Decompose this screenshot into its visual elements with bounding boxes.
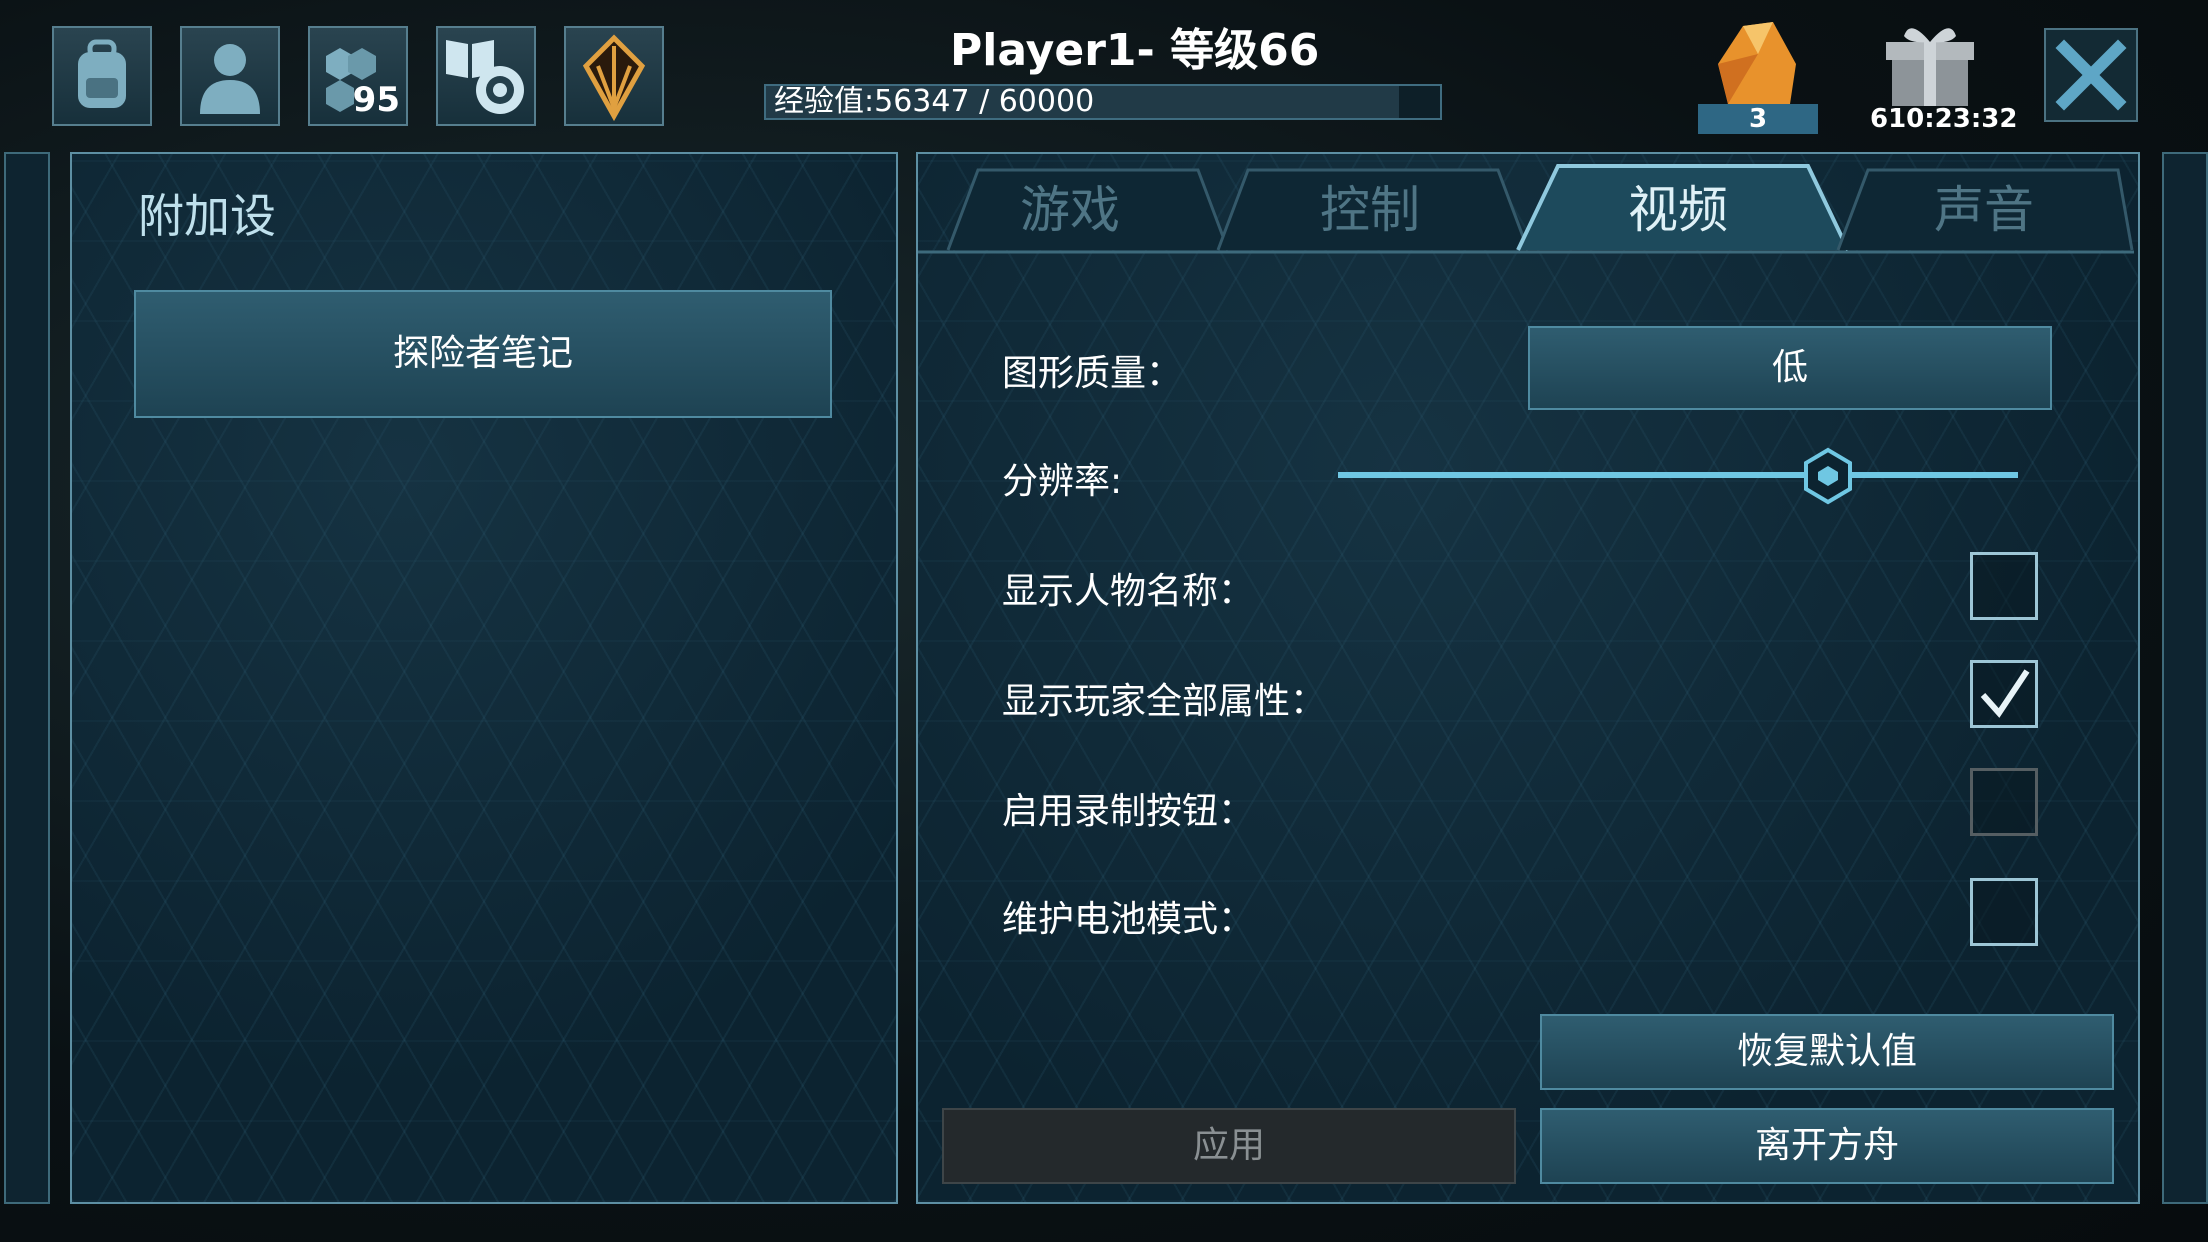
show-names-label: 显示人物名称： bbox=[1002, 571, 1255, 612]
tribe-crest-icon bbox=[582, 34, 646, 122]
close-icon bbox=[2055, 39, 2127, 111]
record-button-label: 启用录制按钮： bbox=[1002, 791, 1255, 832]
checkmark-icon bbox=[1980, 669, 2030, 718]
explorer-notes-button[interactable]: 探险者笔记 bbox=[134, 290, 832, 418]
graphics-quality-dropdown[interactable]: 低 bbox=[1528, 326, 2052, 410]
player-title: Player1- 等级66 bbox=[950, 25, 1320, 76]
character-icon bbox=[200, 44, 260, 114]
leave-ark-button[interactable]: 离开方舟 bbox=[1540, 1108, 2114, 1184]
tab-controls[interactable]: 控制 bbox=[1270, 165, 1470, 255]
engram-points-count: 95 bbox=[352, 80, 400, 120]
gift-icon bbox=[1886, 28, 1974, 106]
resolution-slider[interactable] bbox=[1338, 472, 2018, 478]
additional-settings-title: 附加设 bbox=[138, 189, 276, 243]
resolution-label: 分辨率: bbox=[1002, 461, 1123, 502]
record-button-checkbox[interactable] bbox=[1970, 768, 2038, 836]
tab-game[interactable]: 游戏 bbox=[970, 165, 1170, 255]
amber-icon bbox=[1718, 22, 1796, 104]
engrams-button[interactable]: 95 bbox=[308, 26, 408, 126]
tab-video[interactable]: 视频 bbox=[1578, 165, 1778, 255]
amber-count: 3 bbox=[1698, 104, 1818, 134]
amber-resource[interactable]: 3 bbox=[1698, 14, 1818, 134]
tab-sound[interactable]: 声音 bbox=[1884, 165, 2084, 255]
show-all-stats-checkbox[interactable] bbox=[1970, 660, 2038, 728]
gift-timer: 610:23:32 bbox=[1870, 104, 2018, 134]
backpack-icon bbox=[78, 39, 126, 108]
left-edge-panel bbox=[4, 152, 50, 1204]
resolution-slider-handle[interactable] bbox=[1798, 446, 1858, 506]
show-all-stats-label: 显示玩家全部属性： bbox=[1002, 681, 1327, 722]
character-button[interactable] bbox=[180, 26, 280, 126]
tribe-button[interactable] bbox=[564, 26, 664, 126]
apply-button[interactable]: 应用 bbox=[942, 1108, 1516, 1184]
xp-bar: 经验值:56347 / 60000 bbox=[764, 84, 1442, 120]
graphics-quality-label: 图形质量： bbox=[1002, 353, 1183, 394]
notes-settings-icon bbox=[446, 40, 524, 114]
right-edge-panel bbox=[2162, 152, 2208, 1204]
options-button[interactable] bbox=[436, 26, 536, 126]
xp-text: 经验值:56347 / 60000 bbox=[774, 84, 1095, 119]
show-names-checkbox[interactable] bbox=[1970, 552, 2038, 620]
reset-defaults-button[interactable]: 恢复默认值 bbox=[1540, 1014, 2114, 1090]
battery-mode-label: 维护电池模式： bbox=[1002, 899, 1255, 940]
inventory-button[interactable] bbox=[52, 26, 152, 126]
gift-box[interactable]: 610:23:32 bbox=[1870, 14, 2018, 134]
close-button[interactable] bbox=[2044, 28, 2138, 122]
battery-mode-checkbox[interactable] bbox=[1970, 878, 2038, 946]
